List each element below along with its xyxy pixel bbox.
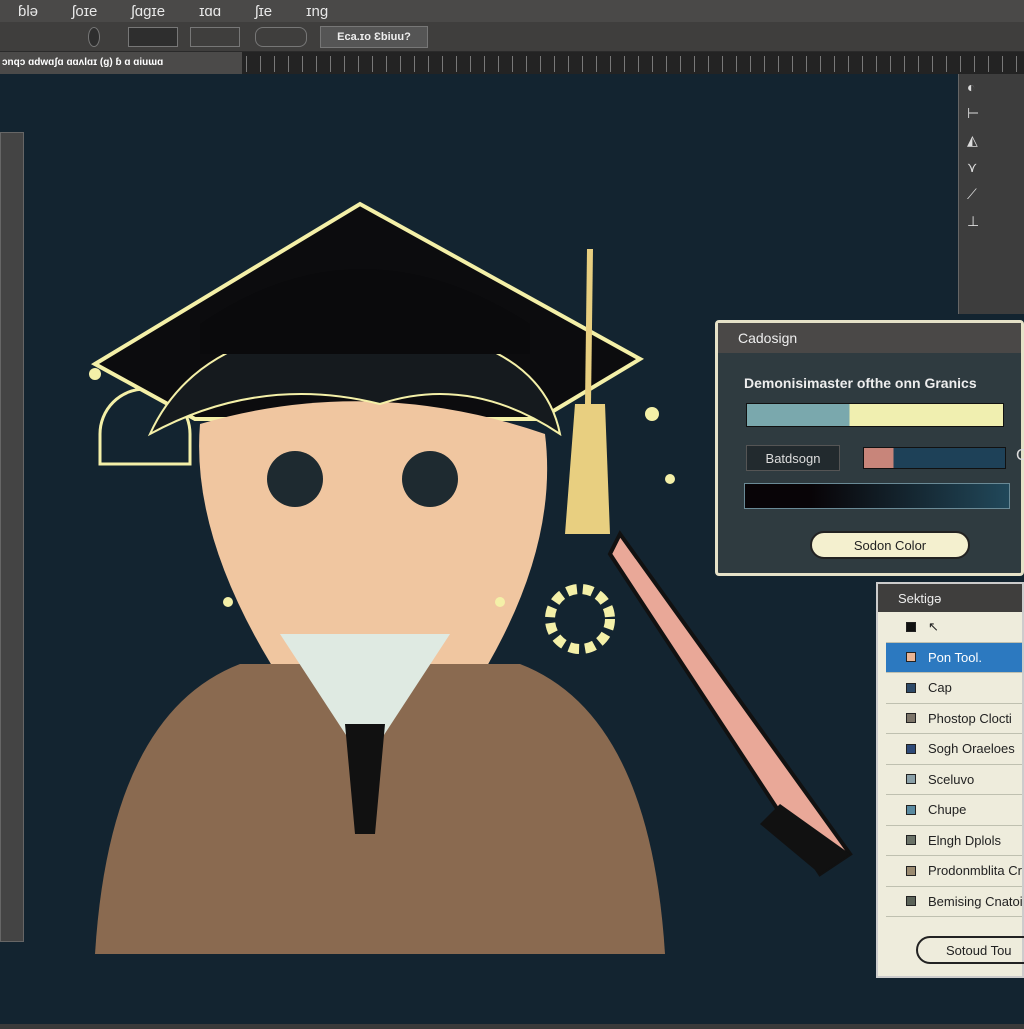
menu-bar: ɓlə ʃoɪe ʃɑɡɪe ɪɑɑ ʃɪe ɪnɡ [0, 0, 1024, 22]
tool-list-label: Chupe [928, 802, 967, 818]
brush-icon[interactable] [88, 27, 100, 47]
tool-swatch-icon [906, 865, 916, 876]
tool-list-panel: Sektigə ↖ Pon Tool. Cap Phostop Clocti Sogh … [876, 582, 1024, 978]
tool-list-label: Elngh Dplols [928, 832, 1001, 848]
tool-list-label: Phostop Clocti [928, 710, 1012, 726]
tool-list-label: Bemising Cnatoi [928, 893, 1022, 909]
tool-swatch-icon [906, 743, 916, 754]
menu-item[interactable]: ɓlə [18, 3, 38, 20]
size-field[interactable] [128, 27, 178, 47]
tool-list-item[interactable]: ↖ [886, 612, 1022, 643]
color-preview [744, 483, 1010, 509]
menu-item[interactable]: ʃɪe [255, 3, 272, 20]
tool-icon[interactable]: ⟋ [959, 181, 1024, 208]
tool-list-item[interactable]: Phostop Clocti [886, 704, 1022, 734]
tool-swatch-icon [906, 804, 916, 815]
tool-list-label: Sceluvo [928, 771, 975, 787]
left-panel[interactable] [0, 132, 24, 942]
options-bar: Eca.ɪo Ɛbiuu? [0, 22, 1024, 52]
opacity-slider[interactable] [255, 27, 307, 47]
tool-icon[interactable]: ◭ [959, 127, 1024, 154]
side-label: C [1016, 447, 1024, 464]
tool-list-item[interactable]: Pon Tool. [886, 642, 1022, 673]
tools-panel: ◐ ⊢ ◭ ⋎ ⟋ ⊥ [958, 74, 1024, 314]
ruler [246, 56, 1024, 72]
menu-item[interactable]: ʃɑɡɪe [131, 3, 165, 20]
tool-list-item[interactable]: Chupe [886, 795, 1022, 826]
dialog-description: Demonisimaster ofthe onn Granics [744, 375, 977, 391]
tool-list-item[interactable]: Prodonmblita Cr [886, 856, 1022, 887]
tool-swatch-icon [906, 713, 916, 724]
gear-icon [545, 584, 615, 654]
dialog-title: Cadosign [718, 323, 1021, 353]
mode-select[interactable] [190, 27, 240, 47]
tool-icon[interactable]: ⋎ [959, 154, 1024, 181]
dialog-small-button[interactable]: Batdsogn [746, 445, 840, 471]
tool-list-label: Cap [928, 680, 952, 696]
tab-bar: ɔnqɔ ɑdwɑʃɑ ɑɑʌlɑɪ (ɡ) ɓ ɑ ɑiuɯɑ [0, 52, 1024, 74]
gradient-bar[interactable] [746, 403, 1004, 427]
design-dialog: Cadosign Demonisimaster ofthe onn Granic… [715, 320, 1024, 576]
tool-icon[interactable]: ⊢ [959, 100, 1024, 127]
tool-list-button[interactable]: Sotoud Tou [916, 936, 1024, 964]
tool-list-item[interactable]: Sceluvo [886, 765, 1022, 795]
tool-list-item[interactable]: Elngh Dplols [886, 826, 1022, 856]
select-color-button[interactable]: Sodon Color [810, 531, 970, 559]
menu-item[interactable]: ɪnɡ [306, 3, 328, 20]
tool-icon[interactable]: ◐ [959, 74, 1024, 100]
tool-icon[interactable]: ⊥ [959, 208, 1024, 235]
tool-list-item[interactable]: Bemising Cnatoi [886, 887, 1022, 917]
tool-list-label: Pon Tool. [928, 649, 982, 665]
tool-list-label: Prodonmblita Cr [928, 863, 1022, 879]
tool-swatch-icon [906, 835, 916, 846]
tool-swatch-icon [906, 621, 916, 632]
color-slider[interactable] [863, 447, 1006, 469]
document-tab[interactable]: ɔnqɔ ɑdwɑʃɑ ɑɑʌlɑɪ (ɡ) ɓ ɑ ɑiuɯɑ [0, 52, 242, 74]
tool-swatch-icon [906, 896, 916, 907]
tool-swatch-icon [906, 774, 916, 785]
options-button[interactable]: Eca.ɪo Ɛbiuu? [320, 26, 428, 48]
tool-list-item[interactable]: Cap [886, 673, 1022, 704]
tool-swatch-icon [906, 682, 916, 693]
tool-list-label: ↖ [928, 618, 939, 634]
tool-list-title: Sektigə [878, 584, 1022, 612]
tool-list-label: Sogh Oraeloes [928, 741, 1015, 757]
tool-swatch-icon [906, 652, 916, 663]
menu-item[interactable]: ɪɑɑ [199, 3, 221, 20]
menu-item[interactable]: ʃoɪe [72, 3, 97, 20]
tool-list-item[interactable]: Sogh Oraeloes [886, 734, 1022, 765]
